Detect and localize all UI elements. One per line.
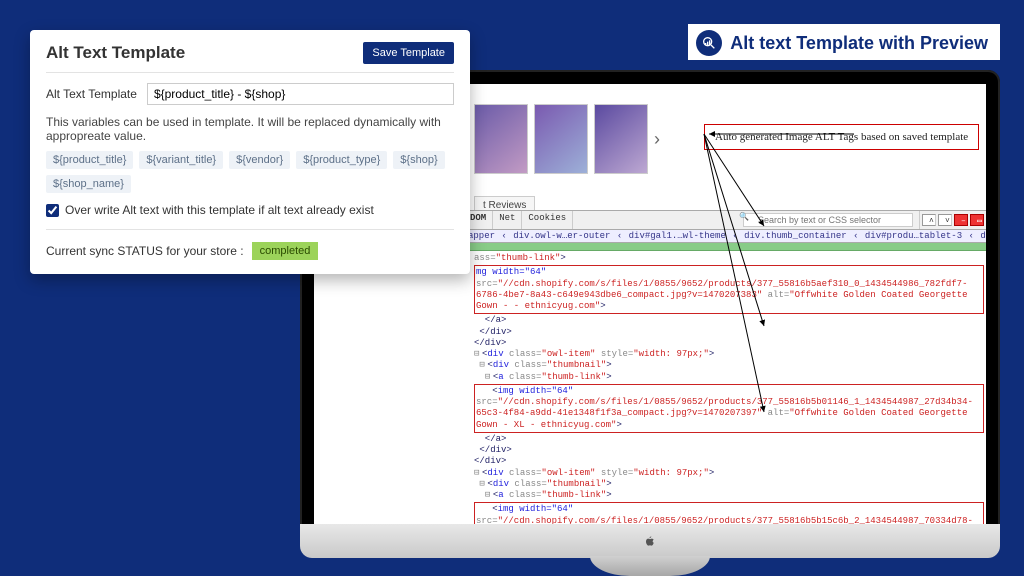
save-template-button[interactable]: Save Template bbox=[363, 42, 454, 64]
monitor-stand bbox=[590, 556, 710, 576]
variable-chip[interactable]: ${product_type} bbox=[296, 151, 387, 169]
search-icon bbox=[737, 211, 920, 229]
devtools-tabs: DOM Net Cookies ˄ ˅ – ▭ bbox=[464, 211, 986, 230]
overwrite-checkbox[interactable] bbox=[46, 204, 59, 217]
devtools-search: ˄ ˅ – ▭ bbox=[737, 211, 986, 229]
devtools-up-button[interactable]: ˄ bbox=[922, 214, 936, 226]
overwrite-label: Over write Alt text with this template i… bbox=[65, 203, 374, 217]
banner-title: Alt text Template with Preview bbox=[730, 33, 988, 54]
alt-template-card: Alt Text Template Save Template Alt Text… bbox=[30, 30, 470, 274]
overwrite-checkbox-row[interactable]: Over write Alt text with this template i… bbox=[46, 203, 454, 230]
product-thumb[interactable] bbox=[594, 104, 648, 174]
devtools-close-button[interactable]: – bbox=[954, 214, 968, 226]
variable-chip[interactable]: ${vendor} bbox=[229, 151, 290, 169]
product-thumb[interactable] bbox=[534, 104, 588, 174]
sync-status-badge: completed bbox=[252, 242, 319, 260]
chevron-right-icon[interactable]: › bbox=[654, 129, 660, 150]
monitor-chin bbox=[300, 524, 1000, 558]
product-thumbnails: › bbox=[474, 104, 660, 174]
devtools-minimize-button[interactable]: ▭ bbox=[970, 214, 984, 226]
devtools-panel: DOM Net Cookies ˄ ˅ – ▭ apper ‹ div.owl-… bbox=[464, 210, 986, 526]
template-variables: ${product_title} ${variant_title} ${vend… bbox=[46, 151, 454, 193]
apple-icon bbox=[642, 533, 658, 549]
template-field-label: Alt Text Template bbox=[46, 87, 137, 101]
devtools-search-input[interactable] bbox=[743, 213, 913, 227]
sync-status-label: Current sync STATUS for your store : bbox=[46, 244, 244, 258]
card-title: Alt Text Template bbox=[46, 43, 185, 63]
product-thumb[interactable] bbox=[474, 104, 528, 174]
page-banner: Alt text Template with Preview bbox=[688, 24, 1000, 62]
variable-chip[interactable]: ${variant_title} bbox=[139, 151, 223, 169]
variable-chip[interactable]: ${shop} bbox=[393, 151, 444, 169]
devtools-down-button[interactable]: ˅ bbox=[938, 214, 952, 226]
template-help-text: This variables can be used in template. … bbox=[46, 115, 454, 143]
seo-icon bbox=[696, 30, 722, 56]
devtools-tab-cookies[interactable]: Cookies bbox=[522, 211, 573, 229]
devtools-tab-net[interactable]: Net bbox=[493, 211, 522, 229]
devtools-code[interactable]: ass="thumb-link"> mg width="64" src="//c… bbox=[464, 251, 986, 526]
devtools-breadcrumb[interactable]: apper ‹ div.owl-w…er-outer ‹ div#gal1.…w… bbox=[464, 230, 986, 243]
callout-box: Auto generated Image ALT Tags based on s… bbox=[704, 124, 979, 150]
variable-chip[interactable]: ${shop_name} bbox=[46, 175, 131, 193]
devtools-highlight-bar bbox=[464, 243, 986, 251]
template-field-input[interactable] bbox=[147, 83, 454, 105]
callout-text: Auto generated Image ALT Tags based on s… bbox=[715, 131, 968, 143]
variable-chip[interactable]: ${product_title} bbox=[46, 151, 133, 169]
